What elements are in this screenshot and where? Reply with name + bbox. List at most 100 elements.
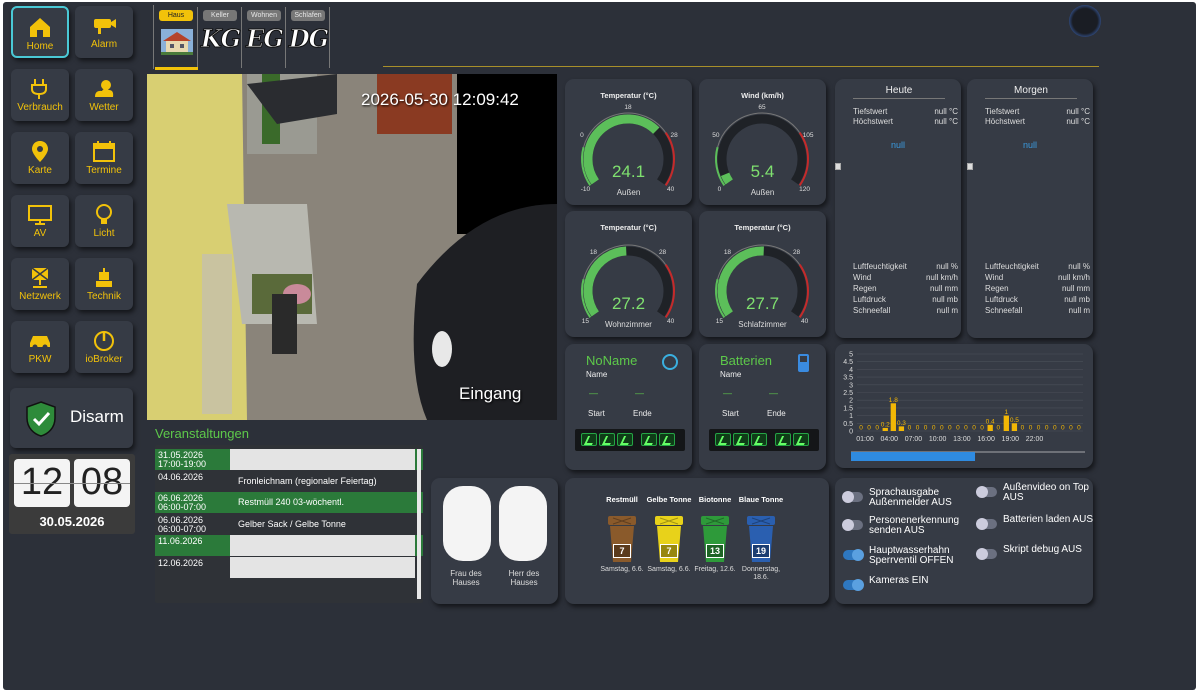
status-orb[interactable] bbox=[1069, 5, 1101, 37]
event-row[interactable]: 12.06.2026 bbox=[155, 556, 423, 578]
calendar-icon bbox=[75, 139, 133, 163]
nav-licht[interactable]: Licht bbox=[75, 195, 133, 247]
row-label: Schneefall bbox=[853, 306, 891, 315]
event-row[interactable]: 04.06.2026 Fronleichnam (regionaler Feier… bbox=[155, 470, 423, 492]
event-date: 06.06.2026 06:00-07:00 bbox=[158, 514, 207, 534]
event-row[interactable]: 06.06.2026 06:00-07:00 Gelber Sack / Gelb… bbox=[155, 513, 423, 535]
control-button[interactable] bbox=[581, 433, 597, 446]
media-start: — bbox=[723, 388, 732, 398]
event-row[interactable]: 31.05.2026 17:00-19:00 bbox=[155, 449, 423, 470]
control-button[interactable] bbox=[715, 433, 731, 446]
toggle-switch[interactable] bbox=[842, 491, 863, 503]
toggle-label: Kameras EIN bbox=[869, 575, 929, 586]
nav-wetter[interactable]: Wetter bbox=[75, 69, 133, 121]
control-button[interactable] bbox=[775, 433, 791, 446]
y-tick-label: 4 bbox=[849, 367, 853, 374]
y-tick-label: 0.5 bbox=[843, 421, 853, 428]
data-label: 0 bbox=[924, 425, 928, 432]
redacted-block bbox=[230, 449, 415, 470]
row-label: Tiefstwert bbox=[985, 107, 1020, 116]
nav-technik[interactable]: Technik bbox=[75, 258, 133, 310]
forecast-row: Wind null km/h bbox=[853, 273, 958, 284]
gauge-tick: 0 bbox=[580, 132, 584, 139]
control-button[interactable] bbox=[733, 433, 749, 446]
tab-wohnen[interactable]: Wohnen EG bbox=[243, 7, 286, 68]
tab-head: Haus bbox=[159, 10, 193, 21]
events-table: 31.05.2026 17:00-19:00 04.06.2026 Fronleic… bbox=[155, 445, 423, 603]
rain-chart-card: 0 0.5 1 1.5 2 2.5 3 3.5 4 4.5 5 0 0 0 0.2 1.8 0.3 0 0 0 0 0 0 0… bbox=[835, 344, 1093, 468]
nav-netzwerk[interactable]: Netzwerk bbox=[11, 258, 69, 310]
events-scrollbar[interactable] bbox=[417, 449, 421, 599]
camera-timestamp: 2026-05-30 12:09:42 bbox=[361, 90, 519, 109]
nav-pkw[interactable]: PKW bbox=[11, 321, 69, 373]
row-value: null mb bbox=[932, 295, 958, 304]
weather-icon bbox=[75, 76, 133, 100]
event-text: Restmüll 240 03-wöchentl. bbox=[238, 497, 345, 507]
person-avatar[interactable] bbox=[499, 486, 547, 561]
media-end: — bbox=[635, 388, 644, 398]
camera-view[interactable]: 2026-05-30 12:09:42 Eingang bbox=[147, 74, 557, 420]
nav-alarm[interactable]: Alarm bbox=[75, 6, 133, 58]
tab-head: Schlafen bbox=[291, 10, 325, 21]
data-label: 0 bbox=[1045, 425, 1049, 432]
toggle-label: Personenerkennung senden AUS bbox=[869, 515, 960, 536]
y-tick-label: 0 bbox=[849, 429, 853, 436]
x-tick-label: 04:00 bbox=[880, 436, 898, 443]
floor-tabs: Haus Keller KG Wohnen EG Schlafen DG bbox=[153, 5, 383, 70]
alexa-icon[interactable] bbox=[662, 354, 678, 370]
toggle-switch[interactable] bbox=[842, 519, 863, 531]
nav-av[interactable]: AV bbox=[11, 195, 69, 247]
event-row[interactable]: 06.06.2026 06:00-07:00 Restmüll 240 03-wö… bbox=[155, 492, 423, 513]
progress-bar bbox=[851, 452, 976, 461]
map-pin-icon bbox=[11, 139, 69, 163]
tab-head: Keller bbox=[203, 10, 237, 21]
row-value: null m bbox=[936, 306, 958, 315]
battery-icon[interactable] bbox=[798, 354, 809, 372]
row-value: null m bbox=[1068, 306, 1090, 315]
data-label: 0 bbox=[916, 425, 920, 432]
toggle-switch[interactable] bbox=[843, 549, 864, 561]
data-label: 0 bbox=[1053, 425, 1057, 432]
toggle-switch[interactable] bbox=[976, 548, 997, 560]
tab-keller[interactable]: Keller KG bbox=[199, 7, 242, 68]
control-button[interactable] bbox=[617, 433, 633, 446]
toggle-switch[interactable] bbox=[976, 486, 997, 498]
gauge-sub: Außen bbox=[616, 188, 641, 197]
bulb-icon bbox=[75, 202, 133, 226]
tv-icon bbox=[11, 202, 69, 226]
y-tick-label: 3 bbox=[849, 382, 853, 389]
x-tick-label: 16:00 bbox=[977, 436, 995, 443]
row-value: null °C bbox=[934, 107, 958, 116]
gauge-tick: 105 bbox=[803, 132, 814, 139]
forecast-row: Schneefall null m bbox=[853, 306, 958, 317]
bin-name: Biotonne bbox=[698, 495, 732, 504]
control-button[interactable] bbox=[793, 433, 809, 446]
control-button[interactable] bbox=[659, 433, 675, 446]
gauge-tick: 28 bbox=[659, 249, 667, 256]
toggle-switch[interactable] bbox=[843, 579, 864, 591]
row-value: null km/h bbox=[1057, 273, 1090, 282]
nav-verbrauch[interactable]: Verbrauch bbox=[11, 69, 69, 121]
row-label: Tiefstwert bbox=[853, 107, 888, 116]
tab-schlafen[interactable]: Schlafen DG bbox=[287, 7, 330, 68]
control-button[interactable] bbox=[751, 433, 767, 446]
nav-termine[interactable]: Termine bbox=[75, 132, 133, 184]
disarm-button[interactable]: Disarm bbox=[10, 388, 133, 448]
event-row[interactable]: 11.06.2026 bbox=[155, 535, 423, 556]
nav-karte[interactable]: Karte bbox=[11, 132, 69, 184]
control-button[interactable] bbox=[641, 433, 657, 446]
event-text: Fronleichnam (regionaler Feiertag) bbox=[238, 475, 377, 486]
gauge-sub: Außen bbox=[750, 188, 775, 197]
person-avatar[interactable] bbox=[443, 486, 491, 561]
forecast-row: Schneefall null m bbox=[985, 306, 1090, 317]
nav-iobroker[interactable]: ioBroker bbox=[75, 321, 133, 373]
weather-icon bbox=[835, 163, 841, 170]
row-label: Höchstwert bbox=[853, 117, 894, 126]
media-title: NoName bbox=[586, 353, 638, 368]
data-label: 0 bbox=[956, 425, 960, 432]
row-label: Luftdruck bbox=[985, 295, 1018, 304]
toggle-switch[interactable] bbox=[976, 518, 997, 530]
tab-haus[interactable]: Haus bbox=[155, 7, 198, 70]
nav-home[interactable]: Home bbox=[11, 6, 69, 58]
control-button[interactable] bbox=[599, 433, 615, 446]
